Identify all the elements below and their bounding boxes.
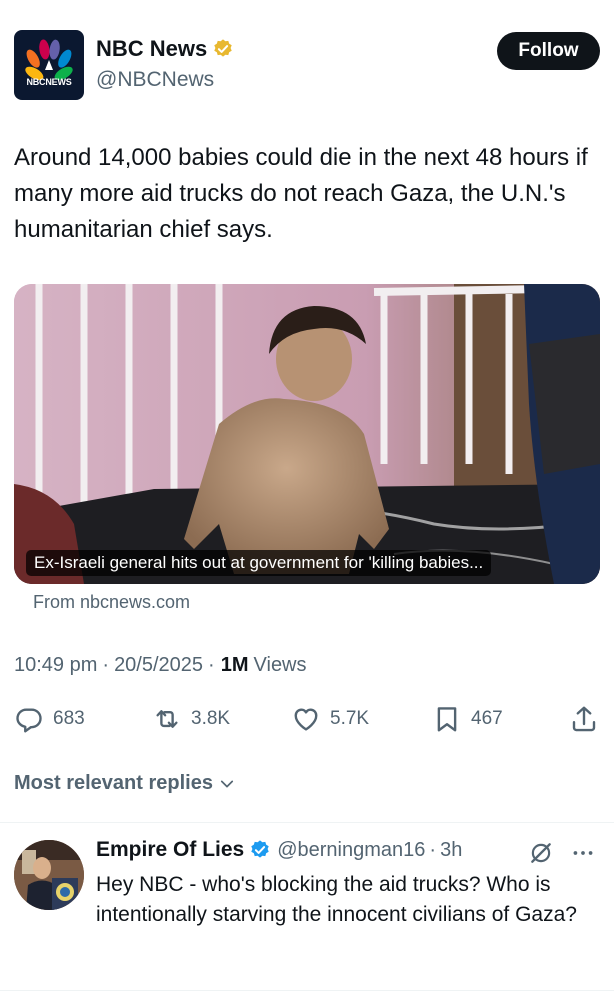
nbc-logo-text: NBCNEWS [26,77,72,87]
meta-separator: · [102,654,110,676]
reply-avatar-image [14,840,84,910]
card-caption: Ex-Israeli general hits out at governmen… [26,550,492,576]
reply-icon [16,708,42,733]
reply-item[interactable]: Empire Of Lies @berningman16 · 3h Hey NB… [14,838,600,978]
post-time[interactable]: 10:49 pm [14,654,97,677]
heart-icon [294,708,318,731]
meta-separator: · [208,654,215,676]
post-date[interactable]: 20/5/2025 [114,654,203,677]
bookmark-count: 467 [471,708,503,729]
reply-author-handle[interactable]: @berningman16 [277,839,425,862]
nbc-news-avatar[interactable]: NBCNEWS [14,30,84,100]
blue-verified-icon [251,840,269,858]
bookmark-button[interactable]: 467 [432,704,503,734]
card-source[interactable]: From nbcnews.com [33,592,190,613]
reply-text: Hey NBC - who's blocking the aid trucks?… [96,873,577,926]
more-icon[interactable] [570,840,596,866]
replies-sort-label: Most relevant replies [14,772,213,794]
follow-button[interactable]: Follow [497,32,600,70]
link-card[interactable]: Ex-Israeli general hits out at governmen… [14,284,600,584]
repost-count: 3.8K [191,708,231,729]
action-bar: 683 3.8K 5.7K 467 [14,704,600,736]
reply-count: 683 [53,708,85,729]
bookmark-icon [437,707,457,732]
repost-icon [156,710,178,728]
chevron-down-icon [220,780,234,787]
like-button[interactable]: 5.7K [291,704,369,734]
share-button[interactable] [569,704,599,734]
reply-separator: · [429,838,437,861]
reply-author-name[interactable]: Empire Of Lies [96,838,244,862]
divider [0,822,614,823]
peacock-icon [25,39,73,81]
reply-avatar[interactable] [14,840,84,910]
author-handle[interactable]: @NBCNews [96,68,214,92]
card-image [14,284,600,584]
post-meta: 10:49 pm · 20/5/2025 · 1M Views [14,654,307,677]
grok-icon[interactable] [528,840,554,866]
views-count: 1M [220,654,249,676]
author-name[interactable]: NBC News [96,36,207,62]
reply-time[interactable]: 3h [440,839,462,862]
divider [0,990,614,991]
gold-verified-icon [214,39,232,57]
like-count: 5.7K [330,708,370,729]
views-label: Views [253,654,307,676]
post-text: Around 14,000 babies could die in the ne… [14,144,588,243]
repost-button[interactable]: 3.8K [152,704,230,734]
share-icon [572,706,596,732]
replies-sort-dropdown[interactable]: Most relevant replies [14,772,236,795]
post-header: NBCNEWS NBC News @NBCNews Follow [14,28,600,102]
reply-button[interactable]: 683 [14,704,85,734]
